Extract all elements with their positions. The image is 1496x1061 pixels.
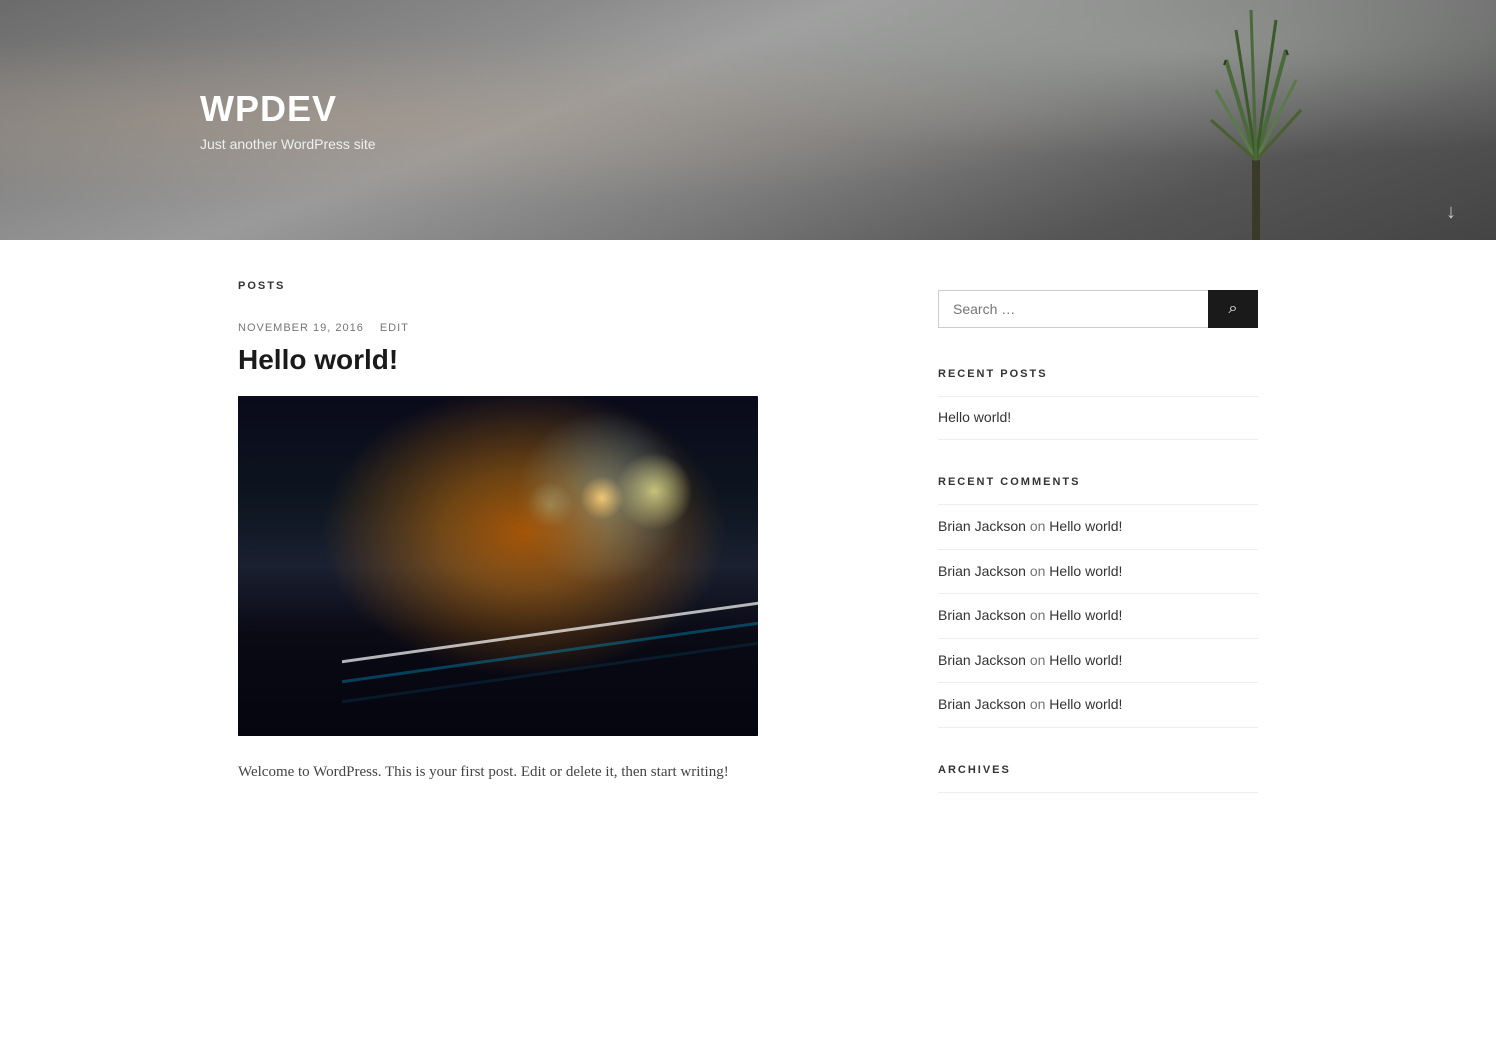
header-branding: WPDEV Just another WordPress site [0,88,376,152]
recent-posts-widget: RECENT POSTS Hello world! [938,368,1258,440]
comment-post-link[interactable]: Hello world! [1049,518,1122,534]
post-meta: NOVEMBER 19, 2016 EDIT [238,322,878,334]
site-header: WPDEV Just another WordPress site ↓ [0,0,1496,240]
archives-divider [938,792,1258,793]
list-item: Brian Jackson on Hello world! [938,639,1258,684]
archives-title: ARCHIVES [938,764,1258,776]
comment-post-link[interactable]: Hello world! [1049,607,1122,623]
post-date: NOVEMBER 19, 2016 [238,322,364,334]
comment-author: Brian Jackson [938,518,1026,534]
recent-posts-list: Hello world! [938,397,1258,440]
archives-widget: ARCHIVES [938,764,1258,793]
comment-on: on [1030,696,1049,712]
site-main: POSTS NOVEMBER 19, 2016 EDIT Hello world… [198,240,1298,889]
comment-on: on [1030,607,1049,623]
comment-author: Brian Jackson [938,696,1026,712]
comment-post-link[interactable]: Hello world! [1049,563,1122,579]
comment-post-link[interactable]: Hello world! [1049,696,1122,712]
list-item: Brian Jackson on Hello world! [938,550,1258,595]
comment-author: Brian Jackson [938,563,1026,579]
comment-on: on [1030,563,1049,579]
scroll-down-icon[interactable]: ↓ [1446,201,1456,224]
post-edit-link[interactable]: EDIT [380,322,409,334]
recent-posts-title: RECENT POSTS [938,368,1258,380]
recent-comments-widget: RECENT COMMENTS Brian Jackson on Hello w… [938,476,1258,728]
list-item: Brian Jackson on Hello world! [938,683,1258,728]
list-item: Brian Jackson on Hello world! [938,594,1258,639]
sidebar: ⌕ RECENT POSTS Hello world! RECENT COMME… [938,280,1258,829]
comment-on: on [1030,652,1049,668]
site-tagline: Just another WordPress site [200,136,376,152]
post-excerpt: Welcome to WordPress. This is your first… [238,760,878,786]
recent-post-link[interactable]: Hello world! [938,409,1011,425]
recent-comments-title: RECENT COMMENTS [938,476,1258,488]
list-item: Brian Jackson on Hello world! [938,505,1258,550]
comment-post-link[interactable]: Hello world! [1049,652,1122,668]
list-item: Hello world! [938,397,1258,440]
comment-author: Brian Jackson [938,652,1026,668]
post-thumbnail [238,396,758,736]
search-icon: ⌕ [1229,300,1238,318]
search-button[interactable]: ⌕ [1208,290,1258,328]
site-title: WPDEV [200,88,376,130]
primary-content: POSTS NOVEMBER 19, 2016 EDIT Hello world… [238,280,878,829]
comment-on: on [1030,518,1049,534]
plant-decoration [1196,0,1316,240]
comment-author: Brian Jackson [938,607,1026,623]
posts-section-label: POSTS [238,280,878,292]
post-article: NOVEMBER 19, 2016 EDIT Hello world! Welc… [238,322,878,786]
search-input[interactable] [938,290,1208,328]
search-widget: ⌕ [938,290,1258,328]
post-title[interactable]: Hello world! [238,344,878,376]
recent-comments-list: Brian Jackson on Hello world! Brian Jack… [938,505,1258,728]
